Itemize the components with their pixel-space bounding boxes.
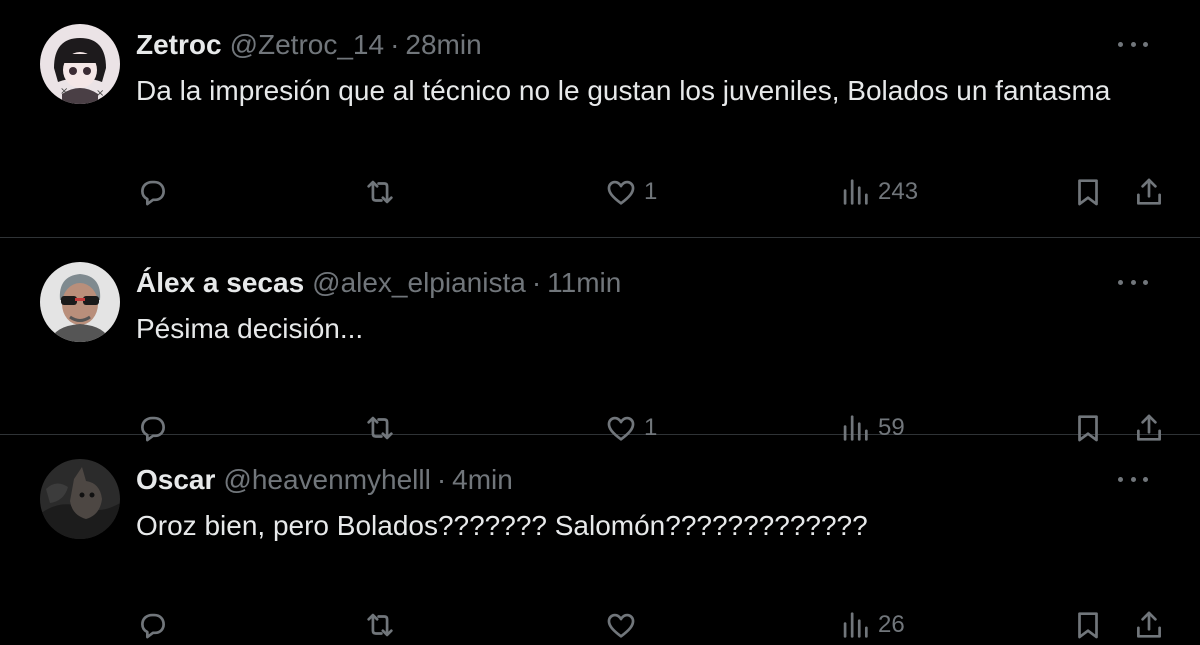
display-name[interactable]: Álex a secas <box>136 267 304 298</box>
view-count: 243 <box>878 178 919 205</box>
handle[interactable]: @alex_elpianista <box>312 267 526 298</box>
share-icon <box>1137 611 1161 638</box>
retweet-icon <box>367 180 393 204</box>
timestamp[interactable]: 28min <box>405 29 481 60</box>
more-icon[interactable] <box>1118 36 1148 52</box>
retweet-button[interactable] <box>363 605 397 645</box>
tweet[interactable]: Oscar @heavenmyhelll · 4min Oroz bien, pero… <box>0 435 1200 639</box>
bookmark-icon <box>1078 612 1098 639</box>
reply-button[interactable] <box>136 172 170 212</box>
reply-feed: × × Zetroc @Zetroc_14 · 28min Da la impresi… <box>0 0 1200 639</box>
tweet-header: Álex a secas @alex_elpianista · 11min <box>136 265 621 301</box>
views-button[interactable]: 243 <box>838 172 918 212</box>
share-button[interactable] <box>1132 605 1166 645</box>
bookmark-button[interactable] <box>1071 172 1105 212</box>
svg-text:×: × <box>60 86 68 97</box>
action-bar: 1 243 <box>0 172 1200 212</box>
separator-dot: · <box>531 267 542 298</box>
reply-icon <box>141 180 165 206</box>
more-icon[interactable] <box>1118 274 1148 290</box>
avatar[interactable] <box>40 262 120 342</box>
like-icon <box>607 180 635 205</box>
tweet[interactable]: × × Zetroc @Zetroc_14 · 28min Da la impresi… <box>0 0 1200 238</box>
reply-icon <box>141 613 165 639</box>
svg-text:×: × <box>96 88 104 99</box>
separator-dot: · <box>436 464 447 495</box>
views-button[interactable]: 26 <box>838 605 905 645</box>
reply-button[interactable] <box>136 605 170 645</box>
share-button[interactable] <box>1132 172 1166 212</box>
tweet[interactable]: Álex a secas @alex_elpianista · 11min Pésim… <box>0 238 1200 442</box>
avatar[interactable]: × × <box>40 24 120 104</box>
timestamp[interactable]: 11min <box>547 267 621 298</box>
view-count: 26 <box>878 611 905 638</box>
display-name[interactable]: Oscar <box>136 464 215 495</box>
like-button[interactable]: 1 <box>604 172 657 212</box>
like-button[interactable] <box>604 605 644 645</box>
bookmark-button[interactable] <box>1071 605 1105 645</box>
timestamp[interactable]: 4min <box>452 464 513 495</box>
display-name[interactable]: Zetroc <box>136 29 222 60</box>
retweet-button[interactable] <box>363 172 397 212</box>
retweet-icon <box>367 613 393 637</box>
handle[interactable]: @Zetroc_14 <box>230 29 385 60</box>
like-icon <box>607 613 635 638</box>
handle[interactable]: @heavenmyhelll <box>223 464 430 495</box>
action-bar: 26 <box>0 605 1200 645</box>
tweet-text: Oroz bien, pero Bolados??????? Salomón??… <box>136 510 868 541</box>
avatar[interactable] <box>40 459 120 539</box>
bookmark-icon <box>1078 179 1098 206</box>
tweet-text: Pésima decisión... <box>136 313 364 344</box>
share-icon <box>1137 178 1161 205</box>
views-icon <box>843 179 868 205</box>
more-icon[interactable] <box>1118 471 1148 487</box>
tweet-header: Oscar @heavenmyhelll · 4min <box>136 462 513 498</box>
separator-dot: · <box>390 29 400 60</box>
like-count: 1 <box>644 178 658 205</box>
tweet-header: Zetroc @Zetroc_14 · 28min <box>136 27 482 63</box>
views-icon <box>843 612 868 638</box>
tweet-text: Da la impresión que al técnico no le gus… <box>136 75 1111 106</box>
